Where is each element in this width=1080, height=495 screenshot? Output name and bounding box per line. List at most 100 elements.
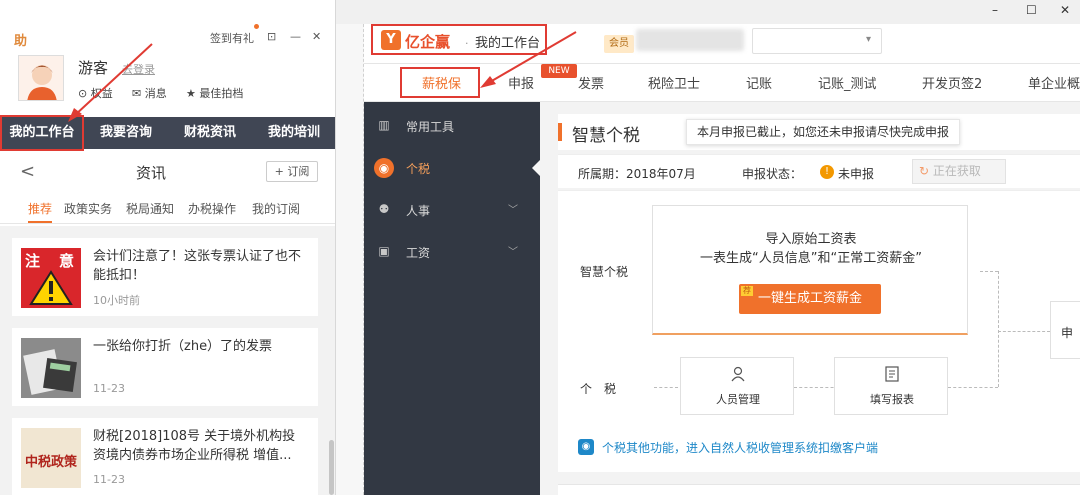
sidebar-item-personnel[interactable]: ⚉ 人事 ﹀ — [364, 190, 540, 230]
article-thumbnail: 中税政策 — [21, 428, 81, 488]
chevron-down-icon: ﹀ — [508, 205, 518, 216]
fill-report-button[interactable]: 填写报表 — [834, 357, 948, 415]
news-subheader: < 资讯 + 订阅 — [0, 153, 335, 189]
brand-name: 亿企赢 — [405, 33, 451, 51]
warning-icon: ! — [820, 165, 834, 179]
svg-text:意: 意 — [59, 252, 74, 270]
tab-dev-page-2[interactable]: 开发页签2 — [922, 73, 982, 92]
star-icon: ★ — [186, 87, 196, 100]
personnel-management-button[interactable]: 人员管理 — [680, 357, 794, 415]
avatar[interactable] — [18, 55, 64, 101]
assistant-header: 助 签到有礼 ⊡ — ✕ 游客 去登录 ⊙ 权益 ✉ 消息 ★ 最佳拍档 — [0, 0, 335, 124]
feed-scrollbar[interactable] — [329, 440, 334, 495]
article-time: 10小时前 — [93, 294, 140, 307]
workflow-panel: 智慧个税 导入原始工资表 一表生成“人员信息”和“正常工资薪金” 荐 一键生成工… — [558, 190, 1080, 472]
best-partner-link[interactable]: ★ 最佳拍档 — [186, 85, 243, 101]
generate-salary-label: 一键生成工资薪金 — [757, 291, 862, 306]
other-tax-functions-label: 个税其他功能，进入自然人税收管理系统扣缴客户端 — [602, 441, 879, 455]
tab-my-training[interactable]: 我的培训 — [252, 117, 335, 149]
back-icon[interactable]: < — [20, 161, 35, 182]
section-header: 智慧个税 本月申报已截止，如您还未申报请尽快完成申报 — [558, 114, 1080, 150]
account-name-redacted — [636, 29, 744, 51]
people-icon: ⚉ — [378, 202, 390, 216]
category-recommend[interactable]: 推荐 — [28, 200, 53, 223]
window-minimize-icon[interactable]: – — [992, 3, 998, 17]
news-title: 资讯 — [136, 164, 167, 182]
sidebar-item-common-tools[interactable]: ▥ 常用工具 — [364, 106, 540, 146]
status-badge: 未申报 — [838, 167, 875, 181]
connector — [998, 271, 999, 387]
connector — [980, 271, 998, 272]
tab-bookkeeping[interactable]: 记账 — [746, 73, 772, 92]
window-titlebar: – ☐ ✕ — [336, 0, 1080, 24]
news-feed: 注 意 会计们注意了！这张专票认证了也不能抵扣！ 10小时前 一张给你打折（zh… — [0, 226, 335, 495]
best-partner-label: 最佳拍档 — [199, 87, 244, 100]
generate-line: 一表生成“人员信息”和“正常工资薪金” — [700, 251, 922, 266]
user-icon — [681, 366, 795, 386]
sidebar-item-label: 个税 — [406, 162, 431, 176]
company-select[interactable]: ▾ — [752, 28, 882, 54]
close-icon[interactable]: ✕ — [312, 30, 321, 43]
list-item[interactable]: 一张给你打折（zhe）了的发票 11-23 — [12, 328, 318, 406]
tab-tax-news[interactable]: 财税资讯 — [168, 117, 252, 149]
subscribe-button[interactable]: + 订阅 — [266, 161, 318, 182]
toolbox-icon: ▥ — [378, 118, 390, 132]
generate-salary-button[interactable]: 荐 一键生成工资薪金 — [739, 284, 881, 314]
category-bureau[interactable]: 税局通知 — [126, 200, 174, 217]
list-item[interactable]: 中税政策 财税[2018]108号 关于境外机构投资境内债券市场企业所得税 增值… — [12, 418, 318, 495]
article-time: 11-23 — [93, 382, 125, 395]
window-maximize-icon[interactable]: ☐ — [1026, 3, 1037, 17]
sidebar-item-label: 常用工具 — [406, 120, 455, 134]
tab-bookkeeping-test[interactable]: 记账_测试 — [818, 73, 877, 92]
category-operations[interactable]: 办税操作 — [188, 200, 236, 217]
other-tax-functions-link[interactable]: ◉ 个税其他功能，进入自然人税收管理系统扣缴客户端 — [578, 439, 878, 456]
declaration-info: 所属期：2018年07月 申报状态： ! 未申报 ↻ 正在获取 — [558, 154, 1080, 188]
import-line: 导入原始工资表 — [765, 232, 857, 247]
active-indicator — [532, 160, 540, 176]
recommend-tag: 荐 — [741, 286, 753, 296]
tab-enterprise-overview[interactable]: 单企业概 — [1028, 73, 1080, 92]
annotation-arrow-top — [480, 31, 577, 88]
assistant-logo: 助 — [14, 34, 28, 49]
article-thumbnail: 注 意 — [21, 248, 81, 308]
next-section — [558, 484, 1080, 495]
sidebar-item-label: 人事 — [406, 204, 431, 218]
sidebar-item-personal-tax[interactable]: ◉ 个税 — [364, 148, 540, 188]
category-my-subscriptions[interactable]: 我的订阅 — [252, 200, 300, 217]
restore-icon[interactable]: ⊡ — [267, 30, 276, 43]
section-title: 智慧个税 — [572, 126, 640, 146]
sidebar: ▥ 常用工具 ◉ 个税 ⚉ 人事 ﹀ ▣ 工资 ﹀ — [364, 102, 540, 495]
window-close-icon[interactable]: ✕ — [1060, 3, 1070, 17]
salary-icon: ▣ — [378, 244, 390, 258]
status-label: 申报状态： — [742, 167, 803, 181]
refresh-icon: ↻ — [919, 164, 930, 178]
sidebar-item-salary[interactable]: ▣ 工资 ﹀ — [364, 232, 540, 272]
list-item[interactable]: 注 意 会计们注意了！这张专票认证了也不能抵扣！ 10小时前 — [12, 238, 318, 316]
personnel-management-label: 人员管理 — [716, 393, 760, 406]
fetching-label: 正在获取 — [932, 164, 981, 178]
period-label: 所属期：2018年07月 — [578, 167, 696, 181]
annotation-arrow-left — [68, 43, 153, 122]
article-thumbnail — [21, 338, 81, 398]
deadline-tooltip: 本月申报已截止，如您还未申报请尽快完成申报 — [686, 119, 961, 145]
splitter[interactable] — [336, 24, 364, 495]
minimize-icon[interactable]: — — [290, 30, 301, 43]
smart-tax-label: 智慧个税 — [580, 265, 629, 279]
article-title: 一张给你打折（zhe）了的发票 — [93, 339, 273, 354]
connector — [654, 387, 678, 388]
personal-tax-label: 个 税 — [580, 382, 617, 396]
fill-report-label: 填写报表 — [870, 393, 914, 406]
article-title: 财税[2018]108号 关于境外机构投资境内债券市场企业所得税 增值... — [93, 429, 296, 463]
svg-text:中税政策: 中税政策 — [25, 454, 78, 470]
connector — [948, 387, 998, 388]
connector — [998, 331, 1050, 332]
tab-tax-risk-guard[interactable]: 税险卫士 — [648, 73, 700, 92]
fetching-button[interactable]: ↻ 正在获取 — [912, 159, 1006, 184]
category-policy[interactable]: 政策实务 — [64, 200, 112, 217]
chevron-down-icon: ﹀ — [508, 247, 518, 258]
sign-in-reward-link[interactable]: 签到有礼 — [210, 30, 254, 46]
sidebar-item-label: 工资 — [406, 246, 431, 260]
declare-step-button[interactable]: 申 — [1050, 301, 1080, 359]
chevron-down-icon: ▾ — [865, 34, 871, 45]
news-categories: 推荐 政策实务 税局通知 办税操作 我的订阅 — [0, 196, 335, 224]
